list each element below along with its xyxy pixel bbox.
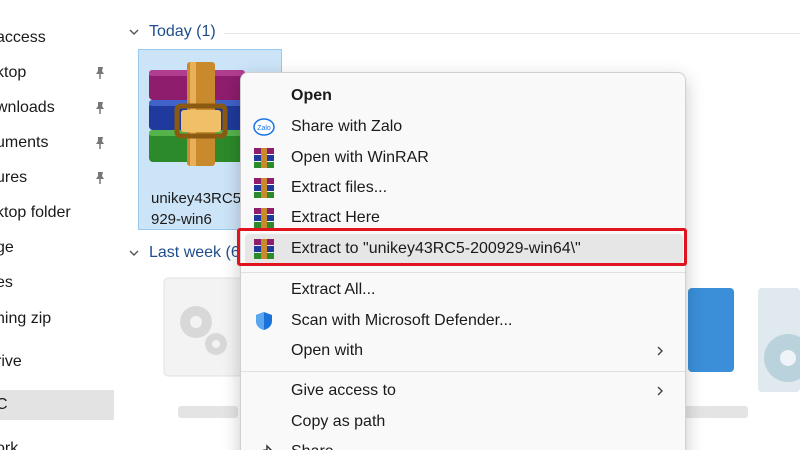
group-header-today[interactable]: Today (1)	[128, 20, 216, 44]
menu-item-open-winrar[interactable]: Open with WinRAR	[245, 143, 683, 173]
menu-item-scan-defender[interactable]: Scan with Microsoft Defender...	[245, 306, 683, 336]
defender-shield-icon	[256, 312, 272, 330]
nav-item-label: ge	[0, 239, 14, 256]
share-icon	[262, 444, 272, 450]
menu-item-label: Open	[291, 87, 332, 104]
menu-item-label: Give access to	[291, 382, 396, 399]
blue-file-thumbnail	[688, 288, 734, 372]
nav-item-label: C	[0, 396, 8, 413]
winrar-icon	[254, 178, 274, 198]
nav-item-documents[interactable]: uments	[0, 128, 114, 158]
chevron-right-icon	[657, 386, 663, 396]
pin-icon	[96, 67, 104, 79]
nav-item-label: wnloads	[0, 99, 55, 116]
menu-item-label: Scan with Microsoft Defender...	[291, 312, 513, 329]
nav-item-this-pc[interactable]: C	[0, 390, 114, 420]
menu-separator	[241, 371, 685, 372]
menu-item-open[interactable]: Open	[245, 81, 683, 111]
menu-item-label: Extract files...	[291, 179, 388, 196]
nav-item-network[interactable]: ork	[0, 434, 114, 450]
menu-item-label: Extract All...	[291, 281, 376, 298]
pin-icon	[96, 137, 104, 149]
menu-separator	[241, 272, 685, 273]
zalo-icon: Zalo	[253, 118, 275, 136]
nav-item-downloads[interactable]: wnloads	[0, 93, 114, 123]
nav-item-label: ures	[0, 169, 28, 186]
pin-icon	[96, 172, 104, 184]
nav-item-zip[interactable]: ning zip	[0, 304, 114, 334]
gear-file-icon	[163, 277, 243, 377]
nav-item-pictures[interactable]: ures	[0, 163, 114, 193]
nav-item-desktop-folder[interactable]: ktop folder	[0, 198, 114, 228]
menu-item-give-access[interactable]: Give access to	[245, 376, 683, 406]
nav-item-label: uments	[0, 134, 49, 151]
menu-item-share-zalo[interactable]: Zalo Share with Zalo	[245, 112, 683, 142]
menu-item-label: Share with Zalo	[291, 118, 403, 135]
menu-item-label: Copy as path	[291, 413, 386, 430]
menu-item-extract-files[interactable]: Extract files...	[245, 173, 683, 203]
menu-item-open-with[interactable]: Open with	[245, 336, 683, 366]
nav-item-desktop[interactable]: ktop	[0, 58, 114, 88]
group-header-last-week[interactable]: Last week (6	[128, 241, 240, 265]
nav-item-label: ning zip	[0, 310, 52, 327]
nav-item-label: rive	[0, 353, 22, 370]
group-label: Last week (6	[149, 244, 240, 261]
disc-file-thumbnail	[758, 288, 800, 392]
nav-item-label: ktop	[0, 64, 27, 81]
nav-item-onedrive[interactable]: rive	[0, 347, 114, 377]
group-divider	[224, 33, 800, 34]
navigation-pane: access ktop wnloads uments ures ktop fol…	[0, 0, 114, 450]
nav-item-label: es	[0, 274, 13, 291]
winrar-icon	[254, 148, 274, 168]
highlight-annotation-box	[237, 228, 687, 266]
svg-text:Zalo: Zalo	[257, 125, 271, 132]
pin-icon	[96, 102, 104, 114]
menu-item-label: Share	[291, 437, 334, 450]
menu-item-share[interactable]: Share	[245, 437, 683, 450]
winrar-icon	[254, 208, 274, 228]
chevron-down-icon	[129, 29, 139, 35]
menu-item-label: Open with WinRAR	[291, 149, 429, 166]
menu-item-label: Open with	[291, 342, 364, 359]
nav-item-storage[interactable]: ge	[0, 233, 114, 263]
chevron-down-icon	[129, 250, 139, 256]
nav-item-files[interactable]: es	[0, 268, 114, 298]
nav-item-label: access	[0, 29, 46, 46]
nav-item-label: ork	[0, 440, 19, 450]
menu-item-extract-all[interactable]: Extract All...	[245, 275, 683, 305]
nav-item-label: ktop folder	[0, 204, 71, 221]
blurred-file-label	[178, 406, 238, 418]
winrar-archive-icon	[149, 62, 245, 166]
blurred-file-label	[680, 406, 748, 418]
menu-item-copy-as-path[interactable]: Copy as path	[245, 407, 683, 437]
chevron-right-icon	[657, 346, 663, 356]
group-label: Today (1)	[149, 23, 216, 40]
nav-item-quick-access[interactable]: access	[0, 23, 114, 53]
